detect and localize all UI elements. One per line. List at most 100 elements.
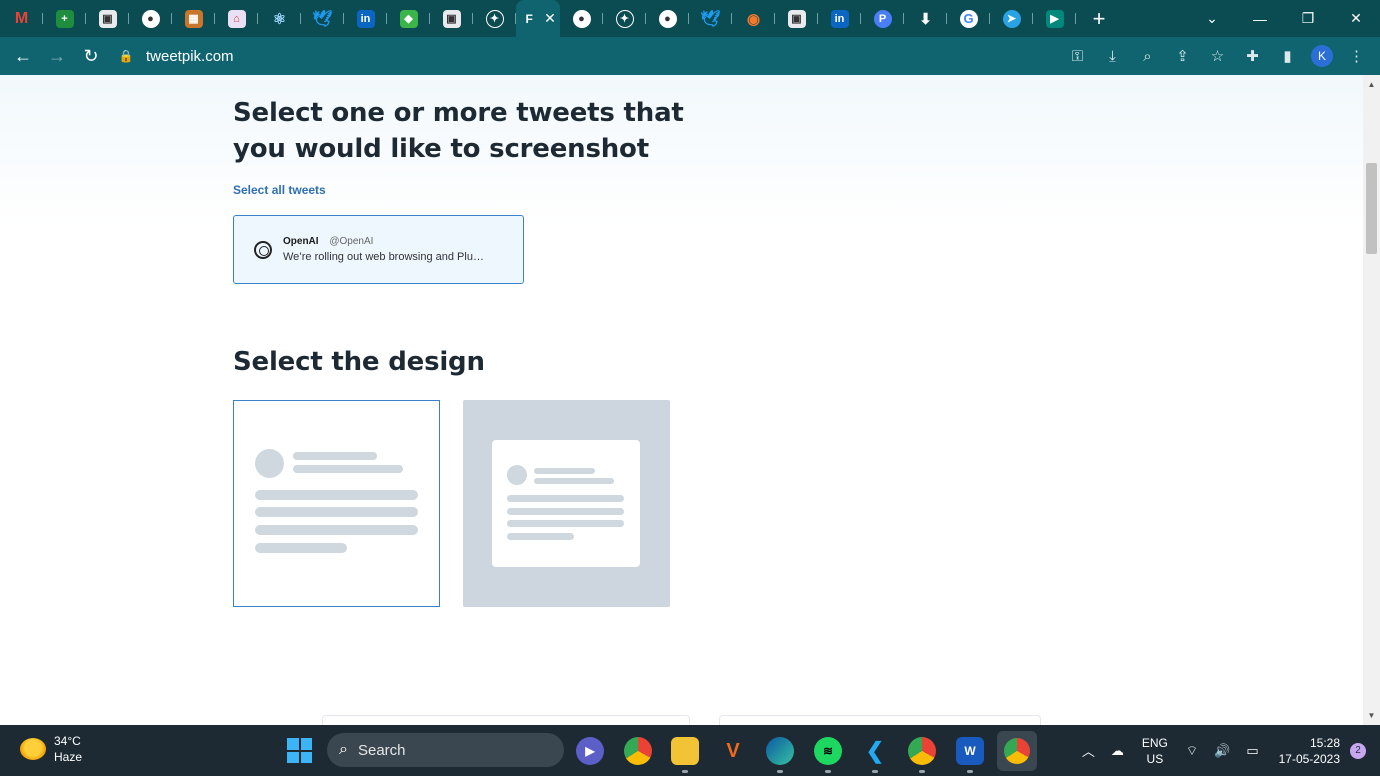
tab-web-2[interactable]: ● bbox=[560, 0, 603, 37]
tab-download[interactable]: ⬇ bbox=[904, 0, 947, 37]
menu-kebab-icon[interactable]: ⋮ bbox=[1339, 47, 1374, 65]
close-window-icon[interactable]: ✕ bbox=[1332, 10, 1380, 27]
app-v-icon[interactable]: V bbox=[719, 737, 747, 765]
new-tab-button[interactable]: + bbox=[1084, 6, 1114, 32]
openai-logo-icon bbox=[254, 241, 272, 259]
language-indicator[interactable]: ENG US bbox=[1142, 735, 1168, 767]
weather-condition: Haze bbox=[54, 750, 83, 764]
tab-ai-2[interactable]: ✦ bbox=[603, 0, 646, 37]
chevron-up-icon[interactable]: ︿ bbox=[1082, 741, 1095, 760]
design-option-framed[interactable] bbox=[463, 400, 670, 607]
placeholder-line bbox=[255, 490, 418, 500]
tab-tweetpik-active[interactable]: F ✕ bbox=[516, 0, 560, 37]
teams-chat-icon[interactable]: ▶ bbox=[576, 737, 604, 765]
tab-store[interactable]: ⌂ bbox=[215, 0, 258, 37]
file-explorer-icon[interactable] bbox=[671, 737, 699, 773]
tweet-author-name: OpenAI bbox=[283, 236, 319, 247]
onedrive-cloud-icon[interactable]: ☁ bbox=[1111, 743, 1124, 759]
temperature: 34°C bbox=[54, 734, 81, 748]
date: 17-05-2023 bbox=[1278, 751, 1340, 766]
placeholder-line bbox=[534, 478, 614, 484]
framed-card bbox=[492, 440, 640, 567]
app-icon: ▣ bbox=[98, 9, 117, 28]
zoom-icon[interactable]: ⌕ bbox=[1130, 48, 1165, 65]
page-scrollbar[interactable]: ▲ ▼ bbox=[1363, 75, 1380, 725]
lock-icon[interactable]: 🔒 bbox=[116, 49, 136, 63]
tab-blender[interactable]: ◉ bbox=[732, 0, 775, 37]
weather-text: 34°C Haze bbox=[54, 733, 82, 765]
sheets-icon: + bbox=[55, 9, 74, 28]
placeholder-line bbox=[507, 533, 574, 540]
minimize-icon[interactable]: — bbox=[1236, 11, 1284, 27]
tab-linkedin-2[interactable]: in bbox=[818, 0, 861, 37]
scroll-up-icon[interactable]: ▲ bbox=[1363, 77, 1380, 92]
tweet-author-handle: @OpenAI bbox=[329, 236, 374, 247]
profile-avatar[interactable]: K bbox=[1311, 45, 1333, 67]
url-text[interactable]: tweetpik.com bbox=[146, 48, 234, 65]
placeholder-line bbox=[507, 495, 624, 502]
word-icon[interactable]: W bbox=[956, 737, 984, 773]
tab-ai[interactable]: ✦ bbox=[473, 0, 516, 37]
tab-image[interactable]: ▦ bbox=[172, 0, 215, 37]
twitter-icon: 🕊 bbox=[700, 10, 721, 28]
placeholder-line bbox=[293, 465, 403, 473]
start-button[interactable] bbox=[287, 738, 312, 763]
scroll-down-icon[interactable]: ▼ bbox=[1363, 708, 1380, 723]
placeholder-line bbox=[534, 468, 595, 474]
tweet-card[interactable]: OpenAI @OpenAI We’re rolling out web bro… bbox=[233, 215, 524, 284]
restore-icon[interactable]: ❐ bbox=[1284, 10, 1332, 27]
star-icon[interactable]: ☆ bbox=[1200, 47, 1235, 65]
side-panel-icon[interactable]: ▮ bbox=[1270, 47, 1305, 65]
forward-button[interactable]: → bbox=[40, 39, 74, 73]
address-bar[interactable]: 🔒 tweetpik.com bbox=[116, 41, 1051, 71]
back-button[interactable]: ← bbox=[6, 39, 40, 73]
region-code: US bbox=[1146, 751, 1164, 766]
extensions-icon[interactable]: ✚ bbox=[1235, 47, 1270, 65]
toolbar-actions: ⚿ ⤓ ⌕ ⇪ ☆ ✚ ▮ K ⋮ bbox=[1060, 39, 1374, 73]
battery-icon[interactable]: ▭ bbox=[1246, 743, 1258, 759]
tab-linkedin[interactable]: in bbox=[344, 0, 387, 37]
reload-button[interactable]: ↻ bbox=[74, 39, 108, 73]
tab-twitter-2[interactable]: 🕊 bbox=[689, 0, 732, 37]
window-controls: ⌄ — ❐ ✕ bbox=[1188, 0, 1380, 37]
vscode-icon[interactable]: ❮ bbox=[861, 737, 889, 773]
tab-telegram[interactable]: ➤ bbox=[990, 0, 1033, 37]
taskbar-search[interactable]: ⌕ Search bbox=[327, 733, 564, 767]
close-tab-icon[interactable]: ✕ bbox=[544, 10, 556, 27]
install-icon[interactable]: ⤓ bbox=[1095, 48, 1130, 65]
tab-search-chevron-icon[interactable]: ⌄ bbox=[1188, 10, 1236, 27]
tab-p[interactable]: P bbox=[861, 0, 904, 37]
tab-app-2[interactable]: ▣ bbox=[430, 0, 473, 37]
gmail-icon: M bbox=[14, 9, 29, 27]
select-all-tweets-link[interactable]: Select all tweets bbox=[233, 183, 326, 197]
tab-meet[interactable]: ▶ bbox=[1033, 0, 1076, 37]
wifi-icon[interactable]: ⌔ bbox=[1186, 743, 1198, 759]
spotify-icon[interactable]: ≋ bbox=[814, 737, 842, 773]
tab-react[interactable]: ⚛ bbox=[258, 0, 301, 37]
chrome-profile-icon[interactable] bbox=[908, 737, 936, 773]
tab-web-3[interactable]: ● bbox=[646, 0, 689, 37]
volume-icon[interactable]: 🔊 bbox=[1214, 743, 1230, 759]
notification-badge[interactable]: 2 bbox=[1350, 742, 1366, 759]
system-tray: ︿ ☁ ENG US ⌔ 🔊 ▭ 15:28 17-05-2023 2 bbox=[1074, 725, 1380, 776]
placeholder-line bbox=[507, 520, 624, 527]
scrollbar-thumb[interactable] bbox=[1366, 163, 1377, 254]
share-icon[interactable]: ⇪ bbox=[1165, 47, 1200, 65]
tab-gmail[interactable]: M bbox=[0, 0, 43, 37]
clock[interactable]: 15:28 17-05-2023 bbox=[1279, 735, 1340, 767]
tab-sheets[interactable]: + bbox=[43, 0, 86, 37]
tab-leaf[interactable]: ◆ bbox=[387, 0, 430, 37]
edge-icon[interactable] bbox=[766, 737, 794, 773]
design-option-plain[interactable] bbox=[233, 400, 440, 607]
tab-google[interactable]: G bbox=[947, 0, 990, 37]
chrome-active-icon[interactable] bbox=[997, 731, 1037, 771]
weather-widget[interactable]: 34°C Haze bbox=[20, 733, 82, 765]
chrome-icon[interactable] bbox=[624, 737, 652, 765]
tab-web[interactable]: ● bbox=[129, 0, 172, 37]
browser-toolbar: ← → ↻ 🔒 tweetpik.com ⚿ ⤓ ⌕ ⇪ ☆ ✚ ▮ K ⋮ bbox=[0, 37, 1380, 75]
placeholder-line bbox=[293, 452, 377, 460]
tab-app[interactable]: ▣ bbox=[86, 0, 129, 37]
tab-app-3[interactable]: ▣ bbox=[775, 0, 818, 37]
key-icon[interactable]: ⚿ bbox=[1060, 48, 1095, 65]
tab-twitter[interactable]: 🕊 bbox=[301, 0, 344, 37]
